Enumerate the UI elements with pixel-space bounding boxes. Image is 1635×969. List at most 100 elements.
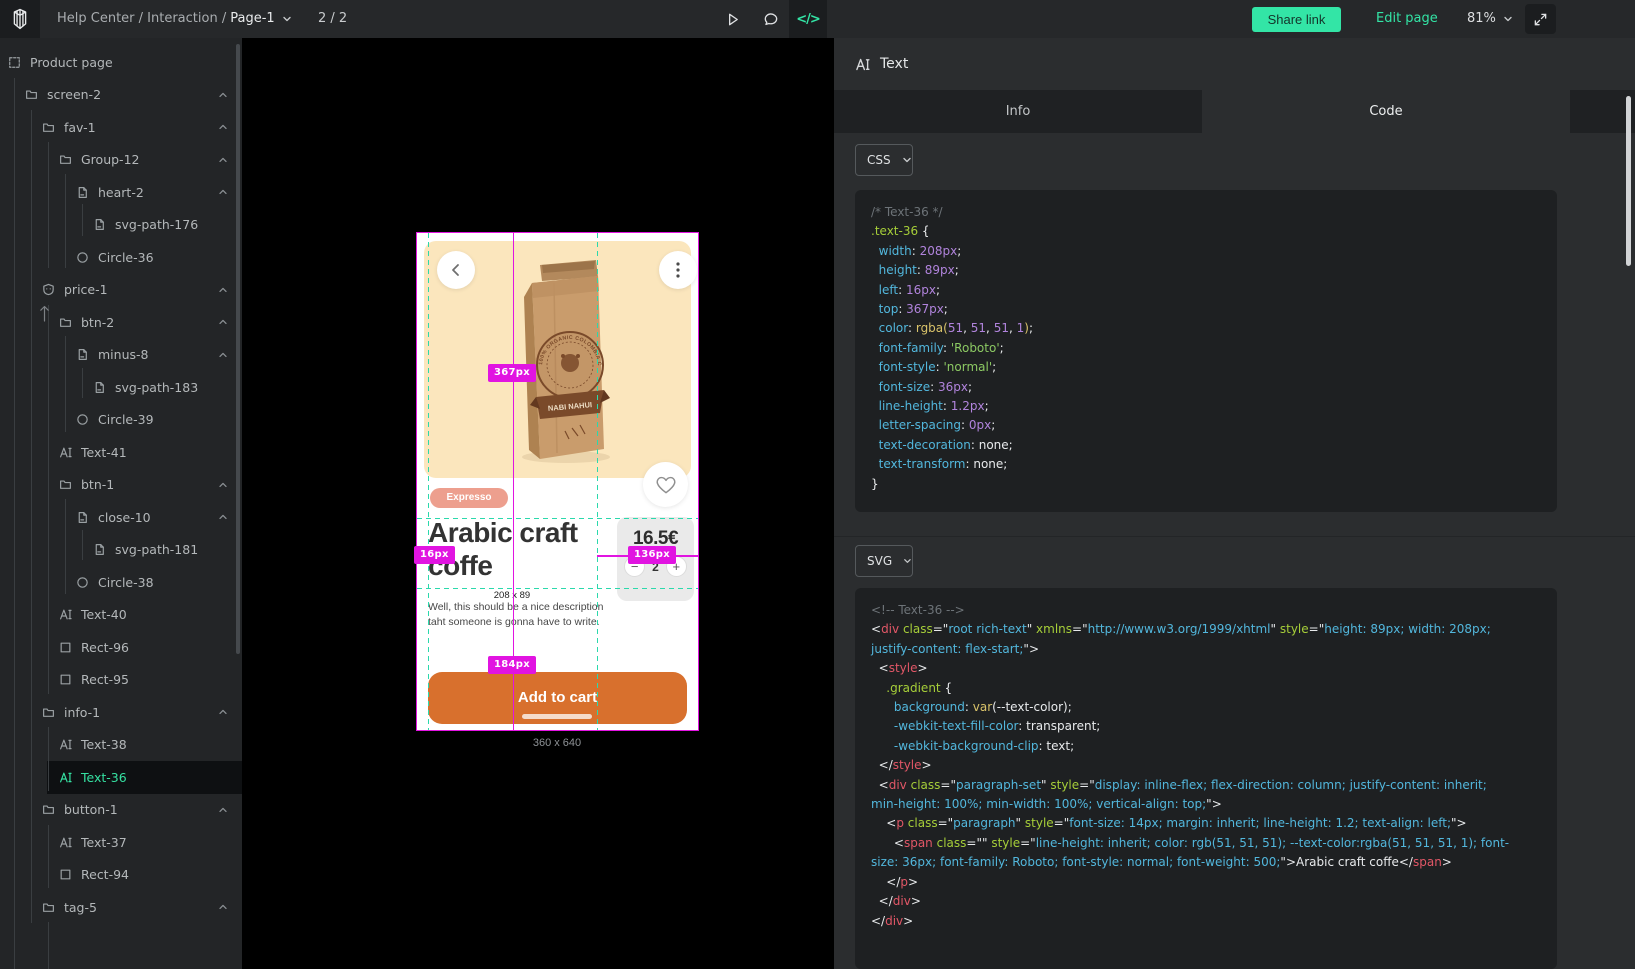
chevron-up-icon[interactable] [217, 511, 229, 523]
code-line: <!-- Text-36 --> [871, 601, 1541, 620]
layer-info-1[interactable]: info-1 [0, 696, 242, 729]
tree-guide-line [82, 530, 83, 560]
design-canvas[interactable]: 100% ORGANIC COLOMBIA COFFEE NABI NAHUI [242, 38, 834, 969]
layer-label: button-1 [64, 802, 118, 817]
code-line: size: 36px; font-family: Roboto; font-st… [871, 853, 1541, 872]
code-line: -webkit-text-fill-color: transparent; [871, 717, 1541, 736]
folder-icon [42, 706, 55, 719]
layer-svg-path-183[interactable]: svg-path-183 [0, 371, 242, 404]
folder-icon [25, 88, 38, 101]
layer-Product page[interactable]: Product page [0, 46, 242, 79]
favorite-button[interactable] [643, 462, 688, 507]
breadcrumb[interactable]: Help Center / Interaction /Page-1 [57, 0, 292, 38]
layer-Circle-36[interactable]: Circle-36 [0, 241, 242, 274]
tab-code[interactable]: Code [1202, 90, 1570, 133]
layer-button-1[interactable]: button-1 [0, 794, 242, 827]
phone-mockup-frame[interactable]: 100% ORGANIC COLOMBIA COFFEE NABI NAHUI [417, 233, 698, 730]
chevron-up-icon[interactable] [217, 349, 229, 361]
selected-element-type: Text [880, 56, 908, 72]
svg-format-dropdown[interactable]: SVG [855, 545, 913, 577]
share-link-button[interactable]: Share link [1252, 7, 1341, 32]
layer-screen-2[interactable]: screen-2 [0, 79, 242, 112]
layer-Text-41[interactable]: Text-41 [0, 436, 242, 469]
css-code-block[interactable]: /* Text-36 */.text-36 { width: 208px; he… [855, 190, 1557, 512]
layer-btn-2[interactable]: btn-2 [0, 306, 242, 339]
code-line: text-transform: none; [871, 455, 1541, 474]
layer-Rect-94[interactable]: Rect-94 [0, 859, 242, 892]
layer-Group-12[interactable]: Group-12 [0, 144, 242, 177]
chevron-up-icon[interactable] [217, 284, 229, 296]
kebab-menu-icon [676, 262, 680, 278]
comments-button[interactable] [751, 0, 789, 38]
layer-Text-36[interactable]: Text-36 [0, 761, 242, 794]
layer-minus-8[interactable]: minus-8 [0, 339, 242, 372]
circle-icon [76, 576, 89, 589]
layer-Circle-38[interactable]: Circle-38 [0, 566, 242, 599]
kebab-menu-button[interactable] [659, 251, 697, 289]
code-line: /* Text-36 */ [871, 203, 1541, 222]
text-icon [59, 446, 72, 459]
chevron-up-icon[interactable] [217, 186, 229, 198]
chevron-up-icon[interactable] [217, 89, 229, 101]
product-description: Well, this should be a nice description … [428, 600, 608, 629]
home-indicator [522, 714, 592, 719]
text-icon [59, 771, 72, 784]
layer-label: btn-1 [81, 477, 114, 492]
measure-badge-right: 136px [628, 546, 676, 564]
css-format-dropdown[interactable]: CSS [855, 144, 913, 176]
layer-price-1[interactable]: price-1 [0, 274, 242, 307]
fullscreen-button[interactable] [1525, 4, 1556, 34]
layer-Circle-39[interactable]: Circle-39 [0, 404, 242, 437]
layer-label: Rect-94 [81, 867, 129, 882]
layer-label: svg-path-181 [115, 542, 198, 557]
chevron-up-icon[interactable] [217, 804, 229, 816]
inspector-tabs: Info Code [834, 90, 1635, 133]
layer-label: info-1 [64, 705, 100, 720]
origami-logo-icon [9, 7, 31, 31]
code-line: } [871, 475, 1541, 494]
code-line: <p class="paragraph" style="font-size: 1… [871, 814, 1541, 833]
back-button[interactable] [437, 251, 475, 289]
layer-svg-path-181[interactable]: svg-path-181 [0, 534, 242, 567]
layer-btn-1[interactable]: btn-1 [0, 469, 242, 502]
circle-icon [76, 251, 89, 264]
panel-scrollbar[interactable] [1626, 96, 1631, 266]
code-line: </style> [871, 756, 1541, 775]
layer-Text-37[interactable]: Text-37 [0, 826, 242, 859]
tree-guide-line [48, 142, 49, 268]
layer-label: Text-40 [81, 607, 127, 622]
code-mode-button[interactable]: </> [789, 0, 827, 38]
layer-Rect-95[interactable]: Rect-95 [0, 664, 242, 697]
rect-icon [59, 673, 72, 686]
preview-play-button[interactable] [713, 0, 751, 38]
chevron-up-icon[interactable] [217, 154, 229, 166]
layer-label: Circle-38 [98, 575, 154, 590]
chevron-up-icon[interactable] [217, 479, 229, 491]
tab-info[interactable]: Info [834, 90, 1202, 133]
chevron-up-icon[interactable] [217, 901, 229, 913]
sidebar-scrollbar[interactable] [236, 44, 240, 654]
measure-badge-left: 16px [414, 546, 455, 564]
chevron-up-icon[interactable] [217, 706, 229, 718]
chevron-up-icon[interactable] [217, 121, 229, 133]
tree-guide-line [48, 305, 49, 694]
layer-Text-40[interactable]: Text-40 [0, 599, 242, 632]
layer-svg-path-176[interactable]: svg-path-176 [0, 209, 242, 242]
layer-Rect-96[interactable]: Rect-96 [0, 631, 242, 664]
file-icon [93, 218, 106, 231]
page-counter: 2 / 2 [318, 0, 347, 38]
layer-close-10[interactable]: close-10 [0, 501, 242, 534]
chevron-up-icon[interactable] [217, 316, 229, 328]
layer-heart-2[interactable]: heart-2 [0, 176, 242, 209]
layer-label: Rect-96 [81, 640, 129, 655]
svg-code-block[interactable]: <!-- Text-36 --><div class="root rich-te… [855, 588, 1557, 969]
layer-Text-38[interactable]: Text-38 [0, 729, 242, 762]
edit-page-link[interactable]: Edit page [1376, 0, 1438, 38]
layer-fav-1[interactable]: fav-1 [0, 111, 242, 144]
zoom-control[interactable]: 81% [1467, 0, 1513, 38]
layer-label: minus-8 [98, 347, 148, 362]
code-line: width: 208px; [871, 242, 1541, 261]
breadcrumb-path: Help Center / Interaction / [57, 11, 226, 26]
layer-tag-5[interactable]: tag-5 [0, 891, 242, 924]
app-logo[interactable] [0, 0, 40, 38]
